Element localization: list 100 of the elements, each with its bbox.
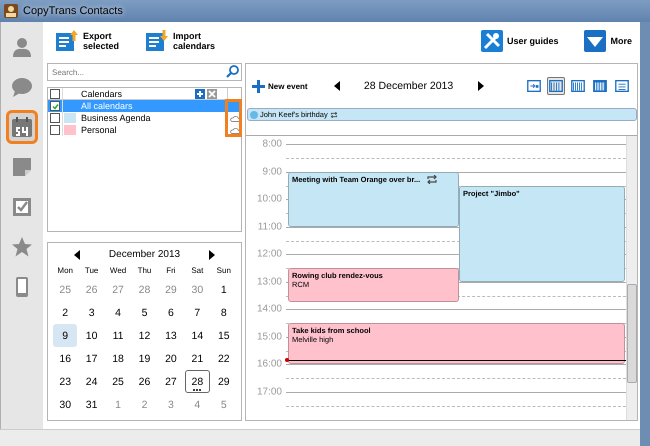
calendar-icon xyxy=(11,116,33,138)
hour-label: 16:00 xyxy=(256,358,282,370)
weekday-label: Tue xyxy=(84,265,100,277)
weekday-label: Thu xyxy=(136,265,152,277)
new-event-button[interactable]: New event xyxy=(252,80,308,92)
document-arrow-icon xyxy=(145,29,170,53)
calendar-day[interactable]: 27 xyxy=(106,278,130,301)
calendar-day[interactable]: 25 xyxy=(53,278,78,301)
dropdown-icon xyxy=(584,30,606,52)
view-button[interactable] xyxy=(547,77,565,95)
calendar-day[interactable]: 3 xyxy=(79,301,104,324)
calendar-name: Personal xyxy=(80,125,118,135)
hour-label: 14:00 xyxy=(256,304,282,315)
hour-label: 8:00 xyxy=(262,138,282,150)
checkbox[interactable] xyxy=(50,101,60,111)
weekday-label: Mon xyxy=(56,265,74,277)
calendar-day[interactable]: 4 xyxy=(106,301,130,324)
calendar-name: Business Agenda xyxy=(80,113,152,123)
next-month-button[interactable] xyxy=(209,250,215,260)
view-button[interactable] xyxy=(613,77,631,95)
calendar-day[interactable]: 2 xyxy=(132,393,157,416)
calendar-row[interactable]: Personal xyxy=(48,124,241,136)
calendar-day[interactable]: 30 xyxy=(185,278,210,301)
calendar-day[interactable]: 28 xyxy=(185,370,210,393)
calendar-row[interactable]: Business Agenda xyxy=(48,112,241,124)
note-icon xyxy=(12,157,32,177)
document-arrow-icon xyxy=(55,29,79,53)
toolbar-button[interactable]: User guides xyxy=(480,30,558,52)
calendar-day[interactable]: 22 xyxy=(212,347,236,370)
checkbox[interactable] xyxy=(50,125,60,135)
checkbox-icon xyxy=(12,197,32,217)
weekday-label: Wed xyxy=(108,265,128,277)
calendar-day[interactable]: 15 xyxy=(212,324,236,347)
view-button[interactable] xyxy=(525,77,543,95)
calendar-day[interactable]: 9 xyxy=(53,324,78,347)
dot-icon xyxy=(250,110,258,118)
search-icon xyxy=(226,65,239,78)
calendar-day[interactable]: 5 xyxy=(212,393,236,416)
calendar-day[interactable]: 21 xyxy=(185,347,210,370)
plus-icon xyxy=(252,80,265,92)
hour-label: 17:00 xyxy=(256,386,282,398)
calendar-day[interactable]: 4 xyxy=(185,393,210,416)
current-date: 28 December 2013 xyxy=(362,80,454,92)
repeat-icon xyxy=(330,112,338,118)
calendar-day[interactable]: 28 xyxy=(132,278,157,301)
calendar-day[interactable]: 12 xyxy=(132,324,157,347)
calendar-day[interactable]: 30 xyxy=(53,393,78,416)
calendar-day[interactable]: 31 xyxy=(79,393,104,416)
calendar-day[interactable]: 26 xyxy=(132,370,157,393)
checkbox[interactable] xyxy=(50,88,60,98)
calendar-day[interactable]: 26 xyxy=(79,278,104,301)
calendar-day[interactable]: 29 xyxy=(158,278,184,301)
toolbar-button[interactable]: Import calendars xyxy=(145,29,216,53)
calendar-day[interactable]: 16 xyxy=(53,347,78,370)
toolbar-button[interactable]: Export selected xyxy=(55,29,120,53)
calendar-day[interactable]: 2 xyxy=(53,301,78,324)
weekday-label: Fri xyxy=(165,265,177,277)
nav-item[interactable] xyxy=(6,110,38,144)
previous-month-button[interactable] xyxy=(74,250,80,260)
weekday-label: Sat xyxy=(190,265,204,277)
calendar-day[interactable]: 29 xyxy=(212,370,236,393)
delete-icon[interactable] xyxy=(207,88,217,98)
calendar-day[interactable]: 19 xyxy=(132,347,157,370)
calendar-day[interactable]: 17 xyxy=(79,347,104,370)
calendar-day[interactable]: 14 xyxy=(185,324,210,347)
speech-bubble-icon xyxy=(11,77,33,97)
hour-label: 13:00 xyxy=(256,276,282,288)
toolbar-button[interactable]: More xyxy=(584,30,632,52)
calendar-day[interactable]: 23 xyxy=(53,370,78,393)
calendar-day[interactable]: 25 xyxy=(106,370,130,393)
calendar-day[interactable]: 11 xyxy=(106,324,130,347)
column-header: Calendars xyxy=(80,88,124,98)
view-button[interactable] xyxy=(569,77,587,95)
calendar-day[interactable]: 10 xyxy=(79,324,104,347)
month-title: December 2013 xyxy=(108,249,180,260)
person-icon xyxy=(11,36,33,58)
calendar-day[interactable]: 24 xyxy=(79,370,104,393)
search-field[interactable]: Search... xyxy=(47,63,242,81)
calendar-day[interactable]: 3 xyxy=(158,393,184,416)
app-icon xyxy=(4,4,18,18)
checkbox[interactable] xyxy=(50,113,60,123)
calendar-day[interactable]: 20 xyxy=(158,347,184,370)
phone-icon xyxy=(15,276,29,298)
calendar-day[interactable]: 1 xyxy=(106,393,130,416)
calendar-day[interactable]: 1 xyxy=(212,278,236,301)
add-icon[interactable] xyxy=(195,88,205,98)
calendar-day[interactable]: 13 xyxy=(158,324,184,347)
calendar-day[interactable]: 8 xyxy=(212,301,236,324)
next-day-button[interactable] xyxy=(478,81,484,91)
calendar-day[interactable]: 6 xyxy=(158,301,184,324)
calendar-day[interactable]: 27 xyxy=(158,370,184,393)
hour-label: 10:00 xyxy=(256,194,282,205)
calendar-day[interactable]: 7 xyxy=(185,301,210,324)
scrollbar[interactable] xyxy=(626,136,637,420)
hour-label: 11:00 xyxy=(256,221,282,232)
view-button[interactable] xyxy=(591,77,609,95)
hour-label: 9:00 xyxy=(262,166,282,178)
calendar-day[interactable]: 18 xyxy=(106,347,130,370)
previous-day-button[interactable] xyxy=(334,81,340,91)
calendar-day[interactable]: 5 xyxy=(132,301,157,324)
